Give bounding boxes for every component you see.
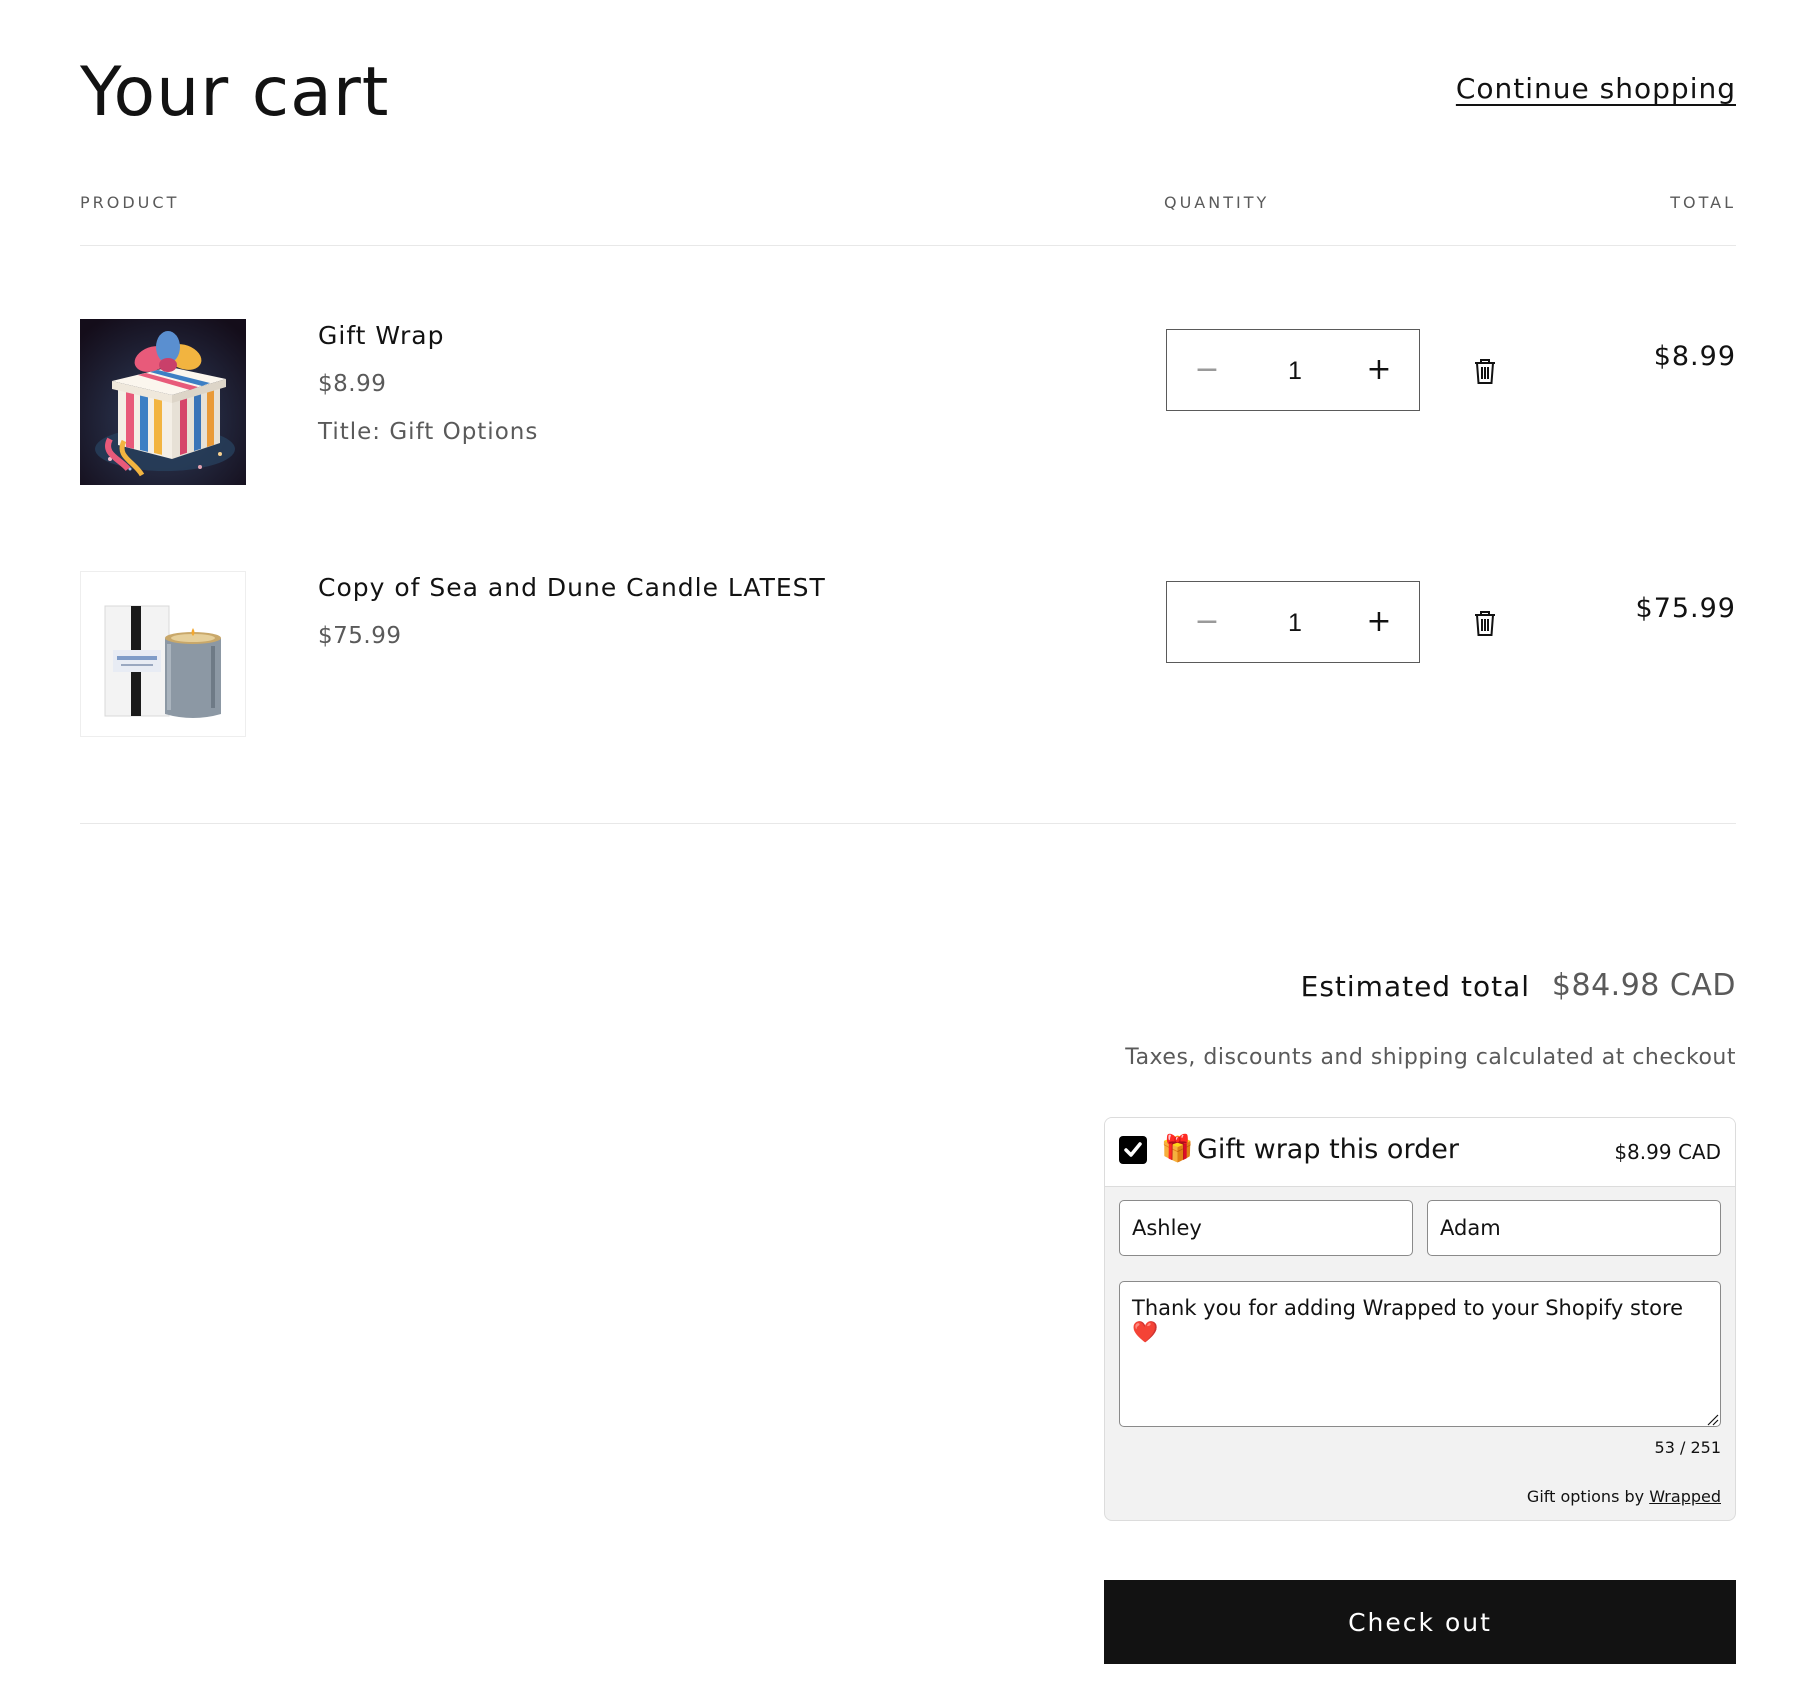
gift-to-input[interactable] bbox=[1427, 1200, 1721, 1256]
trash-icon[interactable] bbox=[1472, 609, 1498, 637]
gift-message-textarea[interactable]: Thank you for adding Wrapped to your Sho… bbox=[1119, 1281, 1721, 1427]
checkout-button[interactable]: Check out bbox=[1104, 1580, 1736, 1664]
item-price: $8.99 bbox=[318, 371, 387, 397]
candle-image[interactable] bbox=[80, 571, 246, 737]
column-header-product: PRODUCT bbox=[80, 193, 180, 212]
gift-options-panel: 🎁 Gift wrap this order $8.99 CAD Thank y… bbox=[1104, 1117, 1736, 1521]
resize-handle-icon[interactable] bbox=[1705, 1411, 1719, 1426]
item-name[interactable]: Copy of Sea and Dune Candle LATEST bbox=[318, 573, 826, 602]
increase-quantity-button[interactable]: + bbox=[1339, 582, 1419, 662]
line-total: $75.99 bbox=[1635, 593, 1736, 624]
gift-wrap-price: $8.99 CAD bbox=[1614, 1140, 1721, 1164]
gift-from-input[interactable] bbox=[1119, 1200, 1413, 1256]
continue-shopping-link[interactable]: Continue shopping bbox=[1456, 72, 1736, 105]
trash-icon[interactable] bbox=[1472, 357, 1498, 385]
quantity-input[interactable] bbox=[1247, 330, 1343, 412]
gift-header: 🎁 Gift wrap this order $8.99 CAD bbox=[1105, 1118, 1735, 1187]
cart-item: Gift Wrap $8.99 Title: Gift Options − + … bbox=[80, 319, 1736, 489]
items-divider bbox=[80, 823, 1736, 824]
quantity-input[interactable] bbox=[1247, 582, 1343, 664]
column-header-total: TOTAL bbox=[1670, 193, 1736, 212]
item-option: Title: Gift Options bbox=[318, 419, 539, 445]
item-name[interactable]: Gift Wrap bbox=[318, 321, 445, 350]
tax-note: Taxes, discounts and shipping calculated… bbox=[1125, 1045, 1736, 1070]
page-title: Your cart bbox=[80, 53, 390, 132]
quantity-stepper: − + bbox=[1166, 581, 1420, 664]
line-total: $8.99 bbox=[1653, 341, 1736, 372]
gift-icon: 🎁 bbox=[1161, 1134, 1194, 1164]
gift-wrap-label[interactable]: Gift wrap this order bbox=[1197, 1134, 1459, 1165]
increase-quantity-button[interactable]: + bbox=[1339, 330, 1419, 410]
decrease-quantity-button[interactable]: − bbox=[1167, 330, 1247, 410]
quantity-stepper: − + bbox=[1166, 329, 1420, 412]
item-price: $75.99 bbox=[318, 623, 402, 649]
estimated-total-value: $84.98 CAD bbox=[1551, 968, 1736, 1003]
gift-box-image[interactable] bbox=[80, 319, 246, 485]
powered-by-prefix: Gift options by bbox=[1526, 1487, 1650, 1506]
character-count: 53 / 251 bbox=[1654, 1438, 1721, 1457]
powered-by: Gift options by Wrapped bbox=[1527, 1487, 1721, 1506]
gift-wrap-checkbox[interactable] bbox=[1119, 1136, 1147, 1164]
header-divider bbox=[80, 245, 1736, 246]
decrease-quantity-button[interactable]: − bbox=[1167, 582, 1247, 662]
estimated-total-label: Estimated total bbox=[1300, 970, 1530, 1003]
cart-item: Copy of Sea and Dune Candle LATEST $75.9… bbox=[80, 571, 1736, 741]
wrapped-link[interactable]: Wrapped bbox=[1649, 1487, 1721, 1506]
column-header-quantity: QUANTITY bbox=[1164, 193, 1270, 212]
